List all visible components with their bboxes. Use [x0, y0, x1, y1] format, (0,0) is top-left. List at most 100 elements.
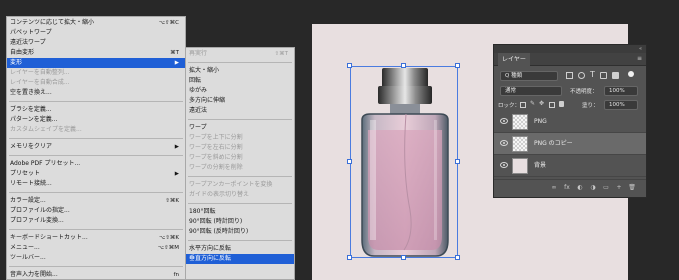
folder-icon[interactable]: ▭ [602, 184, 610, 192]
transform-menu-item-1[interactable]: 拡大・縮小 [186, 66, 294, 76]
edit-menu-item-8[interactable]: ブラシを定義... [7, 105, 185, 115]
layer-row[interactable]: PNG のコピー [494, 133, 646, 155]
edit-menu-item-1[interactable]: パペットワープ [7, 28, 185, 38]
edit-menu-item-shortcut: ▶ [174, 144, 179, 150]
edit-menu-item-label: プロファイルの指定... [10, 207, 70, 214]
edit-menu-item-15[interactable]: カラー設定... ⇧⌘K [7, 196, 185, 206]
edit-menu-item-11[interactable]: メモリをクリア ▶ [7, 142, 185, 152]
transform-handle-bc[interactable] [401, 255, 406, 260]
transform-menu-item-shortcut: ⇧⌘T [274, 51, 288, 57]
edit-menu-item-4[interactable]: 変形 ▶ [7, 58, 185, 68]
transform-menu-item-6[interactable]: ワープ [186, 123, 294, 133]
transform-menu-item-8: ワープを左右に分割 [186, 143, 294, 153]
transform-menu-item-14[interactable]: 90°回転 (時計回り) [186, 217, 294, 227]
visibility-eye-icon[interactable] [500, 162, 508, 168]
adjustment-filter-icon[interactable] [578, 72, 585, 79]
panel-header-bar[interactable]: « [494, 45, 646, 53]
edit-menu-item-label: コンテンツに応じて拡大・縮小 [10, 19, 95, 26]
transform-menu-item-2[interactable]: 回転 [186, 76, 294, 86]
shape-filter-icon[interactable] [600, 72, 607, 79]
edit-menu-item-9[interactable]: パターンを定義... [7, 115, 185, 125]
blend-mode-dropdown[interactable]: 通常 [500, 86, 562, 96]
lock-transparent-icon[interactable] [520, 102, 526, 108]
new-layer-icon[interactable]: + [615, 184, 623, 192]
edit-menu-item-18[interactable]: キーボードショートカット... ⌥⇧⌘K [7, 233, 185, 243]
transform-menu-item-13[interactable]: 180°回転 [186, 207, 294, 217]
mask-icon[interactable]: ◐ [576, 184, 584, 192]
transform-handle-bl[interactable] [347, 255, 352, 260]
transform-menu-item-11: ワープアンカーポイントを変換 [186, 180, 294, 190]
transform-submenu: 再実行 ⇧⌘T 拡大・縮小 回転 ゆがみ 多方向に伸縮 遠近法 ワープ ワープを上下に分割 ワープ… [185, 47, 295, 280]
transform-handle-mr[interactable] [455, 159, 460, 164]
transform-menu-item-label: 90°回転 (反時計回り) [189, 228, 249, 235]
layer-name: 背景 [534, 162, 547, 169]
transform-menu-item-label: ワープを上下に分割 [189, 134, 243, 141]
edit-menu-item-label: 変形 [10, 59, 23, 66]
edit-menu-item-label: Adobe PDF プリセット... [10, 160, 81, 167]
edit-menu-item-label: メモリをクリア [10, 143, 53, 150]
layer-list: PNG PNG のコピー背景 [494, 111, 646, 179]
edit-menu-item-0[interactable]: コンテンツに応じて拡大・縮小 ⌥⇧⌘C [7, 18, 185, 28]
fill-field[interactable]: 100% [604, 100, 638, 110]
edit-menu-item-12[interactable]: Adobe PDF プリセット... [7, 159, 185, 169]
lock-all-icon[interactable] [559, 101, 564, 107]
edit-menu-item-label: リモート接続... [10, 180, 52, 187]
visibility-eye-icon[interactable] [500, 140, 508, 146]
edit-menu-item-shortcut: ⌥⇧⌘C [158, 20, 179, 26]
transform-menu-item-5[interactable]: 遠近法 [186, 106, 294, 116]
edit-menu-item-label: レイヤーを自動合成... [10, 79, 70, 86]
transform-handle-tc[interactable] [401, 63, 406, 68]
edit-menu-item-shortcut: fn [173, 272, 179, 278]
edit-menu: コンテンツに応じて拡大・縮小 ⌥⇧⌘C パペットワープ 遠近法ワープ 自由変形 ⌘T 変形 ▶… [6, 16, 186, 280]
adjustment-icon[interactable]: ◑ [589, 184, 597, 192]
edit-menu-item-21[interactable]: 音声入力を開始... fn [7, 270, 185, 280]
transform-handle-br[interactable] [455, 255, 460, 260]
transform-bounding-box[interactable] [350, 66, 458, 258]
edit-menu-item-label: プロファイル変換... [10, 217, 64, 224]
transform-menu-item-17[interactable]: 垂直方向に反転 [186, 254, 294, 264]
pixel-filter-icon[interactable] [566, 72, 573, 79]
type-filter-icon[interactable]: T [590, 70, 595, 79]
edit-menu-item-label: 空を置き換え... [10, 89, 52, 96]
photoshop-workspace: コンテンツに応じて拡大・縮小 ⌥⇧⌘C パペットワープ 遠近法ワープ 自由変形 ⌘T 変形 ▶… [0, 0, 679, 280]
layer-thumbnail [512, 158, 528, 174]
transform-menu-item-15[interactable]: 90°回転 (反時計回り) [186, 227, 294, 237]
link-icon[interactable]: ∞ [550, 184, 558, 192]
transform-menu-item-label: 90°回転 (時計回り) [189, 218, 243, 225]
filter-toggle-icon[interactable] [628, 71, 634, 77]
trash-icon[interactable]: 🗑 [628, 184, 636, 192]
layer-row[interactable]: 背景 [494, 155, 646, 177]
transform-menu-item-label: ワープを斜めに分割 [189, 154, 243, 161]
layer-thumbnail [512, 136, 528, 152]
transform-handle-tl[interactable] [347, 63, 352, 68]
lock-position-icon[interactable]: ✥ [539, 100, 544, 107]
kind-filter-dropdown[interactable]: Q 種類 [500, 71, 558, 81]
opacity-field[interactable]: 100% [604, 86, 638, 96]
edit-menu-item-13[interactable]: プリセット ▶ [7, 169, 185, 179]
layer-row[interactable]: PNG [494, 111, 646, 133]
smart-object-filter-icon[interactable] [612, 72, 619, 79]
transform-handle-ml[interactable] [347, 159, 352, 164]
transform-menu-item-3[interactable]: ゆがみ [186, 86, 294, 96]
lock-pixels-icon[interactable]: ✎ [530, 100, 535, 107]
transform-handle-tr[interactable] [455, 63, 460, 68]
tab-layers[interactable]: レイヤー [498, 53, 530, 66]
fx-icon[interactable]: fx [563, 184, 571, 192]
transform-menu-item-16[interactable]: 水平方向に反転 [186, 244, 294, 254]
edit-menu-item-shortcut: ▶ [174, 171, 179, 177]
edit-menu-item-2[interactable]: 遠近法ワープ [7, 38, 185, 48]
lock-artboard-icon[interactable] [549, 102, 555, 108]
panel-menu-icon[interactable]: ≡ [637, 55, 642, 62]
edit-menu-item-label: ブラシを定義... [10, 106, 52, 113]
layers-panel: « レイヤー ≡ Q 種類 T 通常 不透明度： 100% ロック： ✎ ✥ 塗… [493, 44, 647, 198]
edit-menu-item-16[interactable]: プロファイルの指定... [7, 206, 185, 216]
edit-menu-item-20[interactable]: ツールバー... [7, 253, 185, 263]
edit-menu-item-17[interactable]: プロファイル変換... [7, 216, 185, 226]
edit-menu-item-14[interactable]: リモート接続... [7, 179, 185, 189]
visibility-eye-icon[interactable] [500, 118, 508, 124]
transform-menu-item-4[interactable]: 多方向に伸縮 [186, 96, 294, 106]
edit-menu-item-3[interactable]: 自由変形 ⌘T [7, 48, 185, 58]
edit-menu-item-19[interactable]: メニュー... ⌥⇧⌘M [7, 243, 185, 253]
collapse-icon[interactable]: « [639, 45, 642, 53]
edit-menu-item-7[interactable]: 空を置き換え... [7, 88, 185, 98]
